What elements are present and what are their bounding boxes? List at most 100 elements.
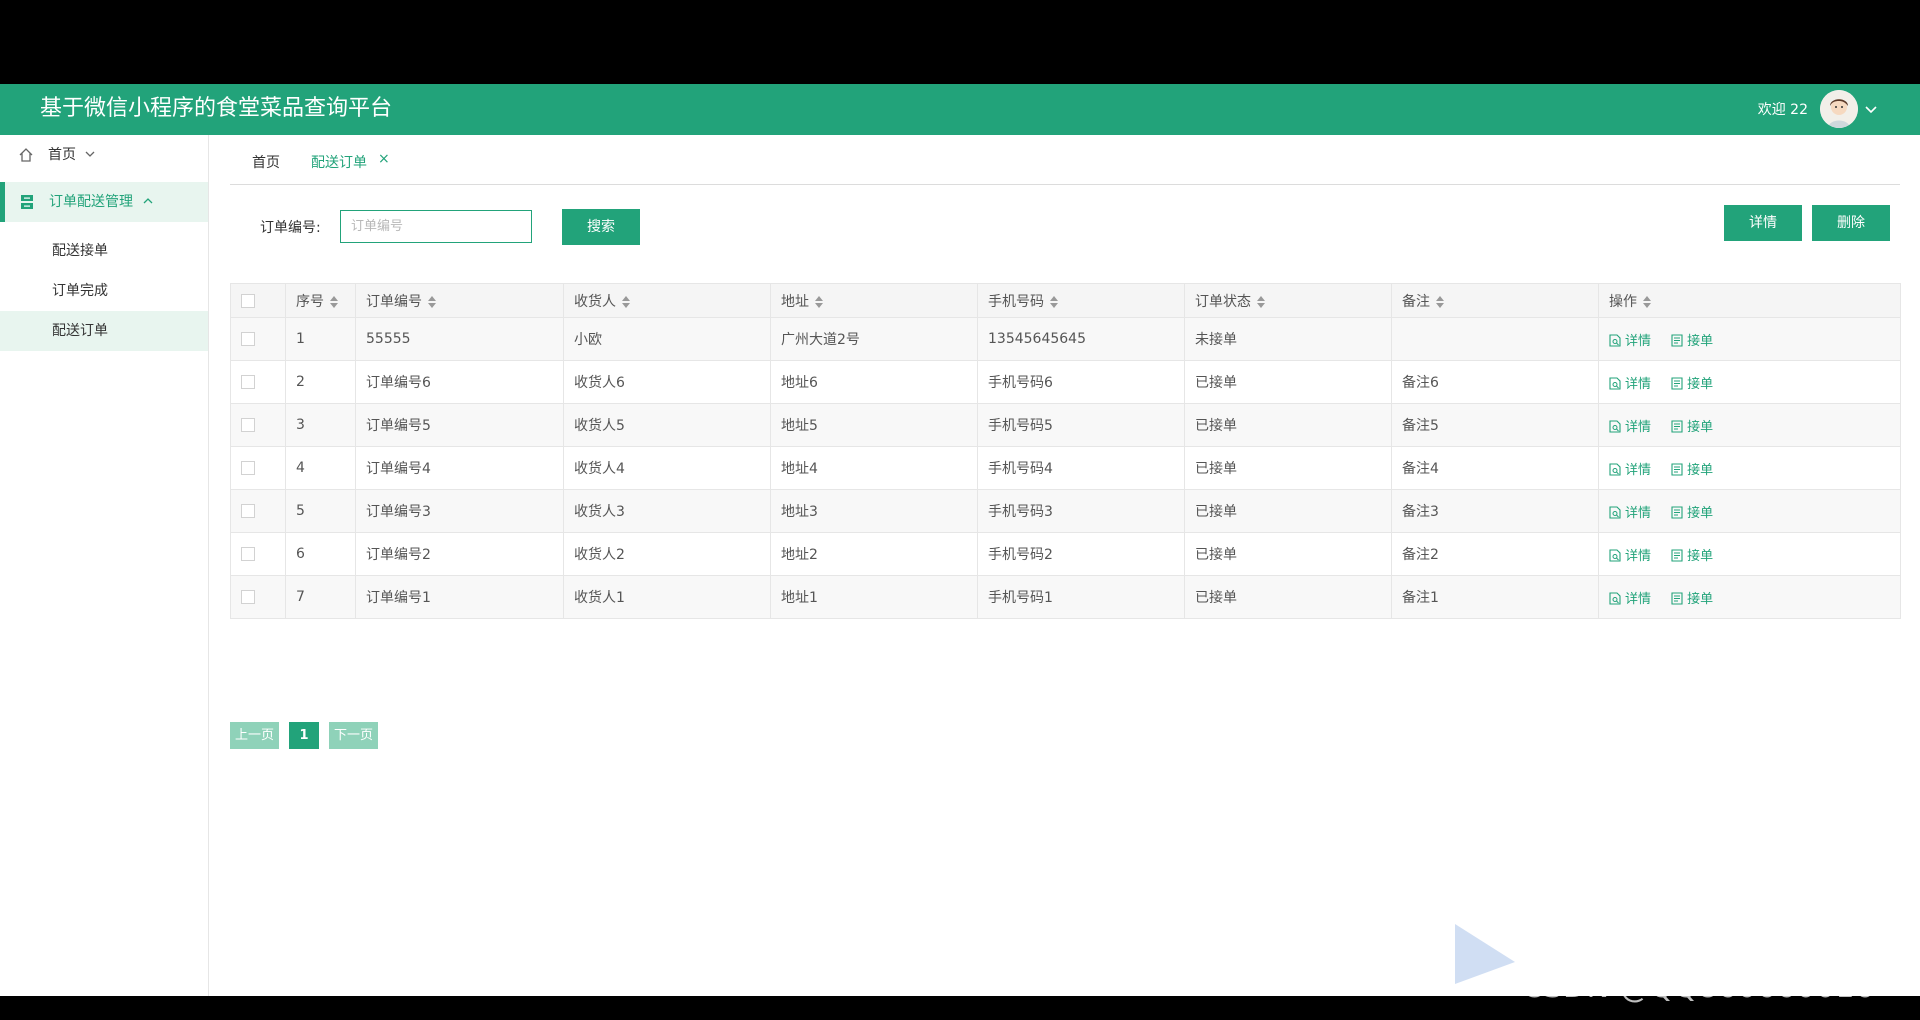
sort-icon[interactable]: [1257, 295, 1265, 308]
detail-button[interactable]: 详情: [1724, 205, 1802, 241]
sidebar-item-order-complete[interactable]: 订单完成: [0, 271, 208, 311]
row-accept-link[interactable]: 接单: [1671, 506, 1713, 521]
delete-button[interactable]: 删除: [1812, 205, 1890, 241]
row-accept-label: 接单: [1687, 419, 1714, 435]
table-row[interactable]: 1 55555 小欧 广州大道2号 13545645645 未接单 详情 接单: [230, 317, 1901, 361]
document-icon: [1671, 505, 1683, 519]
sort-icon[interactable]: [815, 295, 823, 308]
tab-delivery-orders[interactable]: 配送订单: [311, 153, 367, 173]
document-search-icon: [1609, 591, 1621, 605]
sidebar-item-delivery-accept[interactable]: 配送接单: [0, 231, 208, 271]
column-header[interactable]: 操作: [1598, 283, 1901, 318]
row-checkbox-cell: [230, 446, 286, 490]
page-number-button[interactable]: 1: [289, 722, 319, 749]
sort-icon[interactable]: [1436, 295, 1444, 308]
search-button[interactable]: 搜索: [562, 209, 640, 245]
table-header-row: 序号 订单编号 收货人 地址 手机号码 订单状态 备注 操作: [230, 283, 1901, 318]
row-accept-label: 接单: [1687, 591, 1714, 607]
row-detail-link[interactable]: 详情: [1609, 334, 1655, 349]
row-accept-link[interactable]: 接单: [1671, 377, 1713, 392]
watermark-text: CSDN @QQ860660016: [1522, 970, 1875, 1005]
sort-icon[interactable]: [1643, 295, 1651, 308]
row-accept-link[interactable]: 接单: [1671, 334, 1713, 349]
close-icon[interactable]: ×: [378, 151, 390, 167]
cell-operations: 详情 接单: [1598, 360, 1901, 404]
document-icon: [1671, 376, 1683, 390]
column-header[interactable]: 订单状态: [1184, 283, 1392, 318]
sidebar-item-delivery-orders[interactable]: 配送订单: [0, 311, 208, 351]
row-checkbox[interactable]: [241, 547, 255, 561]
tab-home[interactable]: 首页: [252, 153, 280, 173]
table-row[interactable]: 7 订单编号1 收货人1 地址1 手机号码1 已接单 备注1 详情 接单: [230, 575, 1901, 619]
cell-address: 地址6: [770, 360, 978, 404]
top-header: 基于微信小程序的食堂菜品查询平台 欢迎 22: [0, 84, 1920, 135]
avatar-image: [1820, 90, 1858, 128]
row-checkbox[interactable]: [241, 418, 255, 432]
row-detail-link[interactable]: 详情: [1609, 377, 1655, 392]
row-checkbox[interactable]: [241, 375, 255, 389]
cell-operations: 详情 接单: [1598, 446, 1901, 490]
table-row[interactable]: 3 订单编号5 收货人5 地址5 手机号码5 已接单 备注5 详情 接单: [230, 403, 1901, 447]
cell-phone: 手机号码4: [977, 446, 1185, 490]
row-checkbox[interactable]: [241, 504, 255, 518]
cell-order-no: 订单编号6: [355, 360, 564, 404]
column-header[interactable]: 备注: [1391, 283, 1599, 318]
column-header[interactable]: 手机号码: [977, 283, 1185, 318]
document-search-icon: [1609, 505, 1621, 519]
row-accept-link[interactable]: 接单: [1671, 592, 1713, 607]
row-detail-label: 详情: [1625, 505, 1652, 521]
cell-receiver: 收货人6: [563, 360, 771, 404]
row-checkbox[interactable]: [241, 332, 255, 346]
cell-remark: 备注3: [1391, 489, 1599, 533]
table-row[interactable]: 6 订单编号2 收货人2 地址2 手机号码2 已接单 备注2 详情 接单: [230, 532, 1901, 576]
column-header[interactable]: 序号: [285, 283, 356, 318]
row-checkbox[interactable]: [241, 461, 255, 475]
row-detail-link[interactable]: 详情: [1609, 506, 1655, 521]
cell-phone: 手机号码1: [977, 575, 1185, 619]
row-detail-link[interactable]: 详情: [1609, 420, 1655, 435]
server-icon: [21, 195, 33, 209]
order-no-search-input[interactable]: [340, 210, 532, 243]
chevron-down-icon[interactable]: [1862, 100, 1880, 118]
cell-remark: 备注1: [1391, 575, 1599, 619]
cell-no: 6: [285, 532, 356, 576]
column-header[interactable]: 地址: [770, 283, 978, 318]
table-row[interactable]: 2 订单编号6 收货人6 地址6 手机号码6 已接单 备注6 详情 接单: [230, 360, 1901, 404]
cell-address: 地址1: [770, 575, 978, 619]
select-all-checkbox[interactable]: [241, 293, 255, 308]
next-page-button[interactable]: 下一页: [329, 722, 378, 749]
row-checkbox-cell: [230, 532, 286, 576]
row-detail-link[interactable]: 详情: [1609, 463, 1655, 478]
row-detail-link[interactable]: 详情: [1609, 592, 1655, 607]
cell-operations: 详情 接单: [1598, 489, 1901, 533]
table-row[interactable]: 5 订单编号3 收货人3 地址3 手机号码3 已接单 备注3 详情 接单: [230, 489, 1901, 533]
watermark-logo-icon: [1455, 924, 1515, 984]
row-accept-link[interactable]: 接单: [1671, 549, 1713, 564]
table-row[interactable]: 4 订单编号4 收货人4 地址4 手机号码4 已接单 备注4 详情 接单: [230, 446, 1901, 490]
document-search-icon: [1609, 462, 1621, 476]
sort-icon[interactable]: [428, 295, 436, 308]
prev-page-button[interactable]: 上一页: [230, 722, 279, 749]
row-accept-link[interactable]: 接单: [1671, 463, 1713, 478]
row-accept-link[interactable]: 接单: [1671, 420, 1713, 435]
cell-no: 4: [285, 446, 356, 490]
sort-icon[interactable]: [330, 295, 338, 308]
cell-receiver: 小欧: [563, 317, 771, 361]
avatar[interactable]: [1820, 90, 1858, 128]
sidebar-group-label: 订单配送管理: [49, 194, 133, 210]
cell-address: 广州大道2号: [770, 317, 978, 361]
app-screen: 基于微信小程序的食堂菜品查询平台 欢迎 22 首页 订单配送管理 配送接单 订单…: [0, 84, 1920, 996]
row-accept-label: 接单: [1687, 505, 1714, 521]
column-header[interactable]: 订单编号: [355, 283, 564, 318]
cell-address: 地址3: [770, 489, 978, 533]
cell-address: 地址4: [770, 446, 978, 490]
cell-order-no: 55555: [355, 317, 564, 361]
row-detail-link[interactable]: 详情: [1609, 549, 1655, 564]
sort-icon[interactable]: [1050, 295, 1058, 308]
sort-icon[interactable]: [622, 295, 630, 308]
sidebar-item-home[interactable]: 首页: [0, 135, 208, 175]
column-header[interactable]: 收货人: [563, 283, 771, 318]
row-checkbox[interactable]: [241, 590, 255, 604]
cell-address: 地址2: [770, 532, 978, 576]
sidebar-group-delivery-management[interactable]: 订单配送管理: [0, 182, 208, 222]
